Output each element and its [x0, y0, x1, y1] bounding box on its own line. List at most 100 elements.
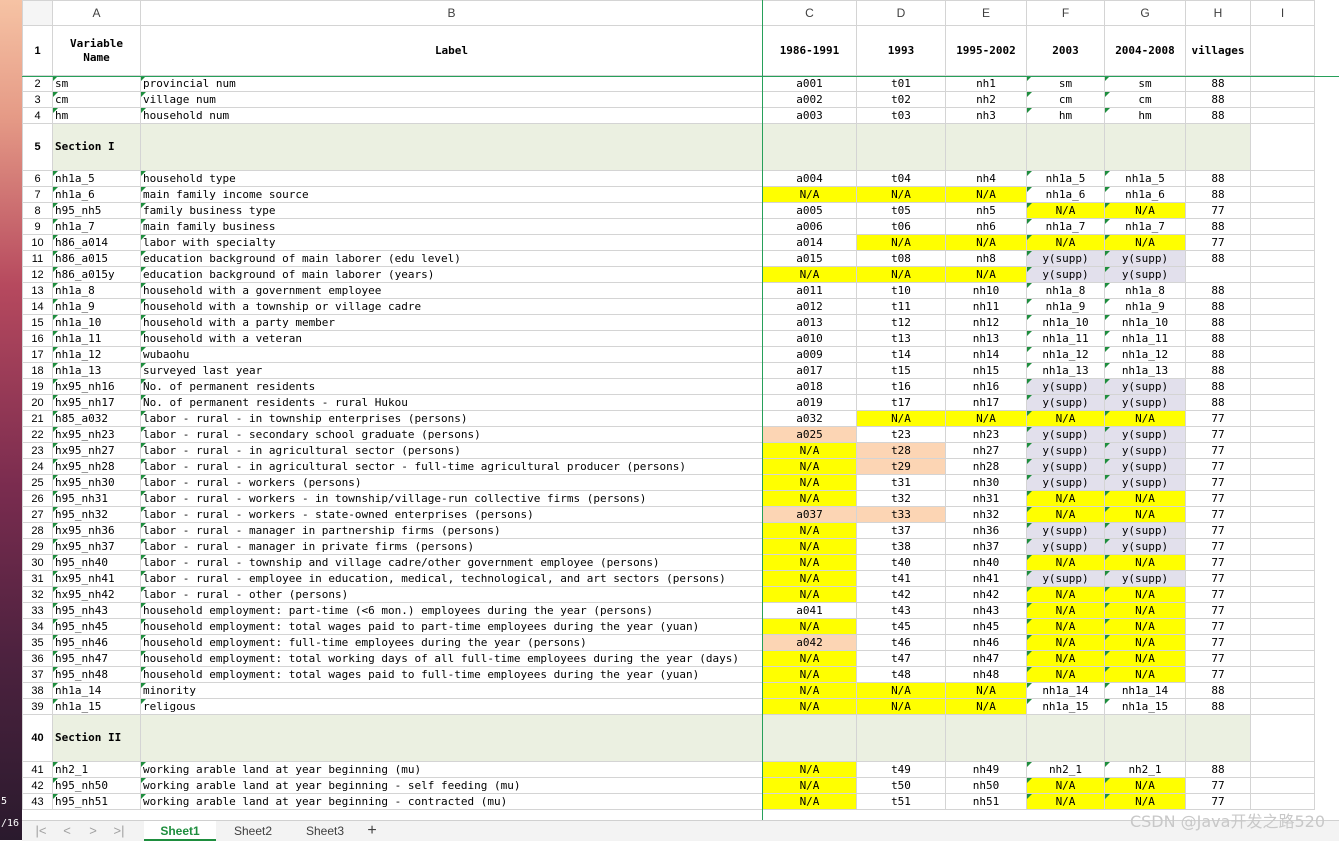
cell-i[interactable] [1250, 570, 1315, 587]
cell-e[interactable]: nh32 [945, 506, 1027, 523]
empty-cell[interactable] [1250, 123, 1315, 171]
cell-i[interactable] [1250, 314, 1315, 331]
cell-h[interactable]: 77 [1185, 506, 1251, 523]
row-number[interactable]: 23 [22, 442, 53, 459]
section-band-cell[interactable] [762, 123, 857, 171]
cell-d[interactable]: t49 [856, 761, 946, 778]
cell-i[interactable] [1250, 410, 1315, 427]
cell-c[interactable]: N/A [762, 538, 857, 555]
cell-f[interactable]: sm [1026, 75, 1105, 92]
cell-f[interactable]: N/A [1026, 618, 1105, 635]
cell-c[interactable]: N/A [762, 442, 857, 459]
cell-d[interactable]: t12 [856, 314, 946, 331]
cell-h[interactable]: 88 [1185, 330, 1251, 347]
cell-a[interactable]: h86_a015 [52, 250, 141, 267]
cell-f[interactable]: nh1a_14 [1026, 682, 1105, 699]
cell-e[interactable]: nh5 [945, 202, 1027, 219]
cell-f[interactable]: cm [1026, 91, 1105, 108]
header-cell-1986-1991[interactable]: 1986-1991 [762, 25, 857, 76]
header-cell-2003[interactable]: 2003 [1026, 25, 1105, 76]
row-number[interactable]: 7 [22, 186, 53, 203]
row-number[interactable]: 33 [22, 602, 53, 619]
cell-a[interactable]: nh1a_13 [52, 362, 141, 379]
cell-g[interactable]: y(supp) [1104, 442, 1186, 459]
cell-e[interactable]: N/A [945, 266, 1027, 283]
column-header-h[interactable]: H [1185, 0, 1251, 26]
cell-a[interactable]: hx95_nh16 [52, 378, 141, 395]
cell-c[interactable]: a012 [762, 298, 857, 315]
cell-e[interactable]: nh28 [945, 458, 1027, 475]
cell-g[interactable]: y(supp) [1104, 378, 1186, 395]
cell-h[interactable]: 88 [1185, 282, 1251, 299]
cell-i[interactable] [1250, 234, 1315, 251]
row-number[interactable]: 16 [22, 330, 53, 347]
cell-i[interactable] [1250, 298, 1315, 315]
cell-f[interactable]: nh1a_13 [1026, 362, 1105, 379]
cell-f[interactable]: nh1a_5 [1026, 170, 1105, 187]
header-cell-variable-name[interactable]: Variable Name [52, 25, 141, 76]
row-number[interactable]: 28 [22, 522, 53, 539]
tab-sheet3[interactable]: Sheet3 [290, 821, 360, 841]
cell-h[interactable]: 88 [1185, 761, 1251, 778]
cell-c[interactable]: N/A [762, 554, 857, 571]
cell-g[interactable]: nh1a_9 [1104, 298, 1186, 315]
cell-a[interactable]: h95_nh48 [52, 666, 141, 683]
header-cell-label[interactable]: Label [140, 25, 763, 76]
row-number[interactable]: 42 [22, 777, 53, 794]
cell-b[interactable]: labor - rural - other (persons) [140, 586, 763, 603]
cell-c[interactable]: a006 [762, 218, 857, 235]
cell-f[interactable]: y(supp) [1026, 250, 1105, 267]
cell-b[interactable]: labor - rural - employee in education, m… [140, 570, 763, 587]
column-header-e[interactable]: E [945, 0, 1027, 26]
cell-c[interactable]: N/A [762, 650, 857, 667]
cell-b[interactable]: education background of main laborer (ed… [140, 250, 763, 267]
cell-d[interactable]: t17 [856, 394, 946, 411]
cell-d[interactable]: t13 [856, 330, 946, 347]
cell-a[interactable]: h86_a014 [52, 234, 141, 251]
cell-c[interactable]: N/A [762, 618, 857, 635]
row-number[interactable]: 10 [22, 234, 53, 251]
cell-f[interactable]: nh1a_8 [1026, 282, 1105, 299]
cell-i[interactable] [1250, 394, 1315, 411]
section-band-cell[interactable] [1026, 714, 1105, 762]
cell-g[interactable]: nh1a_5 [1104, 170, 1186, 187]
cell-e[interactable]: nh13 [945, 330, 1027, 347]
cell-c[interactable]: a010 [762, 330, 857, 347]
cell-b[interactable]: village num [140, 91, 763, 108]
cell-g[interactable]: nh1a_7 [1104, 218, 1186, 235]
cell-a[interactable]: h95_nh32 [52, 506, 141, 523]
cell-a[interactable]: hx95_nh42 [52, 586, 141, 603]
cell-b[interactable]: provincial num [140, 75, 763, 92]
cell-d[interactable]: t51 [856, 793, 946, 810]
cell-e[interactable]: nh23 [945, 426, 1027, 443]
cell-e[interactable]: nh10 [945, 282, 1027, 299]
cell-c[interactable]: a017 [762, 362, 857, 379]
cell-f[interactable]: N/A [1026, 490, 1105, 507]
cell-f[interactable]: nh1a_10 [1026, 314, 1105, 331]
first-sheet-icon[interactable]: |< [32, 823, 50, 839]
cell-e[interactable]: nh41 [945, 570, 1027, 587]
row-number[interactable]: 18 [22, 362, 53, 379]
cell-h[interactable]: 88 [1185, 698, 1251, 715]
cell-c[interactable]: a001 [762, 75, 857, 92]
cell-b[interactable]: labor - rural - in agricultural sector (… [140, 442, 763, 459]
cell-h[interactable]: 77 [1185, 410, 1251, 427]
cell-i[interactable] [1250, 650, 1315, 667]
cell-i[interactable] [1250, 761, 1315, 778]
cell-b[interactable]: labor - rural - workers - state-owned en… [140, 506, 763, 523]
cell-c[interactable]: a032 [762, 410, 857, 427]
cell-c[interactable]: a011 [762, 282, 857, 299]
cell-g[interactable]: nh1a_13 [1104, 362, 1186, 379]
row-number[interactable]: 5 [22, 123, 53, 171]
row-number[interactable]: 34 [22, 618, 53, 635]
cell-c[interactable]: a042 [762, 634, 857, 651]
cell-e[interactable]: nh51 [945, 793, 1027, 810]
cell-d[interactable]: t33 [856, 506, 946, 523]
row-number[interactable]: 38 [22, 682, 53, 699]
cell-i[interactable] [1250, 586, 1315, 603]
cell-e[interactable]: nh45 [945, 618, 1027, 635]
cell-g[interactable]: cm [1104, 91, 1186, 108]
row-number[interactable]: 31 [22, 570, 53, 587]
cell-f[interactable]: nh1a_12 [1026, 346, 1105, 363]
last-sheet-icon[interactable]: >| [110, 823, 128, 839]
